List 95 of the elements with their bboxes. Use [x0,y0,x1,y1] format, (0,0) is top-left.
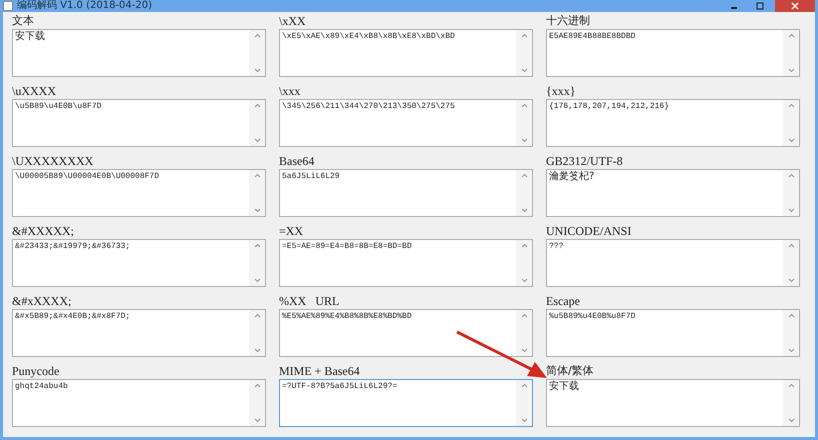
field-label: Base64 [279,153,314,169]
field-label: 文本 [12,13,34,29]
close-icon [791,2,799,10]
scroll-up-icon[interactable] [788,383,794,388]
field-label: 简体/繁体 [546,363,594,379]
text-area[interactable]: &#23433;&#19979;&#36733; [12,239,266,287]
scrollbar[interactable] [783,240,799,286]
field-label: {xxx} [546,83,576,99]
text-area[interactable]: =?UTF-8?B?5a6J5LiL6L29?= [279,379,533,427]
field-label: Escape [546,293,580,309]
scroll-down-icon[interactable] [254,208,260,213]
scroll-down-icon[interactable] [788,208,794,213]
scroll-up-icon[interactable] [788,313,794,318]
text-area[interactable]: 安下载 [546,379,800,427]
scroll-down-icon[interactable] [254,278,260,283]
scrollbar[interactable] [783,380,799,426]
field-label: &#xXXXX; [12,293,72,309]
scrollbar[interactable] [516,380,532,426]
scroll-down-icon[interactable] [520,278,528,283]
text-area[interactable]: {176,178,207,194,212,216} [546,99,800,147]
scroll-down-icon[interactable] [520,348,528,353]
scroll-down-icon[interactable] [254,348,260,353]
scroll-up-icon[interactable] [254,103,260,108]
scrollbar[interactable] [249,380,265,426]
scroll-up-icon[interactable] [254,173,260,178]
text-area[interactable]: =E5=AE=89=E4=B8=8B=E8=BD=BD [279,239,533,287]
text-area[interactable]: \xE5\xAE\x89\xE4\xB8\x8B\xE8\xBD\xBD [279,29,533,77]
scroll-up-icon[interactable] [254,383,260,388]
text-area[interactable]: E5AE89E4B88BE8BDBD [546,29,800,77]
text-area[interactable]: \U00005B89\U00004E0B\U00008F7D [12,169,266,217]
scroll-down-icon[interactable] [788,348,794,353]
scroll-up-icon[interactable] [254,33,260,38]
scrollbar[interactable] [516,100,532,146]
scrollbar[interactable] [249,100,265,146]
scroll-down-icon[interactable] [788,418,794,423]
scrollbar[interactable] [249,240,265,286]
text-area[interactable]: 安下载 [12,29,266,77]
text-area[interactable]: ghqt24abu4b [12,379,266,427]
field-label: \xxx [279,83,300,99]
close-button[interactable] [775,0,815,12]
field-label: =XX [279,223,304,239]
field-label: GB2312/UTF-8 [546,153,623,169]
field-label: \UXXXXXXXX [12,153,94,169]
scroll-up-icon[interactable] [520,103,528,108]
scroll-up-icon[interactable] [254,243,260,248]
scroll-up-icon[interactable] [254,313,260,318]
scrollbar[interactable] [249,310,265,356]
scroll-down-icon[interactable] [520,138,528,143]
text-area[interactable]: \u5B89\u4E0B\u8F7D [12,99,266,147]
scroll-down-icon[interactable] [788,68,794,73]
scrollbar[interactable] [516,170,532,216]
scroll-up-icon[interactable] [520,243,528,248]
text-area[interactable]: %E5%AE%89%E4%B8%8B%E8%BD%BD [279,309,533,357]
field-label: MIME + Base64 [279,363,360,379]
maximize-icon [756,2,764,10]
scrollbar[interactable] [783,170,799,216]
text-area[interactable]: ??? [546,239,800,287]
scrollbar[interactable] [249,170,265,216]
scroll-down-icon[interactable] [788,138,794,143]
text-area[interactable]: &#x5B89;&#x4E0B;&#x8F7D; [12,309,266,357]
scroll-up-icon[interactable] [520,33,528,38]
text-area[interactable]: %u5B89%u4E0B%u8F7D [546,309,800,357]
scrollbar[interactable] [783,310,799,356]
scroll-up-icon[interactable] [788,103,794,108]
field-label: 十六进制 [546,13,590,29]
scroll-down-icon[interactable] [520,68,528,73]
scroll-down-icon[interactable] [254,138,260,143]
field-label: \xXX [279,13,306,29]
window-title: 编码解码 V1.0 (2018-04-20) [17,0,152,12]
field-label: UNICODE/ANSI [546,223,632,239]
scroll-up-icon[interactable] [788,33,794,38]
scrollbar[interactable] [516,310,532,356]
scrollbar[interactable] [783,100,799,146]
scroll-up-icon[interactable] [520,313,528,318]
scrollbar[interactable] [783,30,799,76]
scroll-up-icon[interactable] [788,173,794,178]
scroll-up-icon[interactable] [520,383,528,388]
text-area[interactable]: 瀹夎笅杞? [546,169,800,217]
scrollbar[interactable] [249,30,265,76]
scroll-down-icon[interactable] [788,278,794,283]
field-label: %XX URL [279,293,340,309]
field-label: &#XXXXX; [12,223,74,239]
scrollbar[interactable] [516,240,532,286]
app-icon [3,1,13,11]
scroll-down-icon[interactable] [520,208,528,213]
field-label: \uXXXX [12,83,56,99]
scrollbar[interactable] [516,30,532,76]
scroll-up-icon[interactable] [788,243,794,248]
scroll-down-icon[interactable] [520,418,528,423]
field-label: Punycode [12,363,60,379]
scroll-down-icon[interactable] [254,68,260,73]
scroll-up-icon[interactable] [520,173,528,178]
text-area[interactable]: 5a6J5LiL6L29 [279,169,533,217]
text-area[interactable]: \345\256\211\344\270\213\350\275\275 [279,99,533,147]
scroll-down-icon[interactable] [254,418,260,423]
